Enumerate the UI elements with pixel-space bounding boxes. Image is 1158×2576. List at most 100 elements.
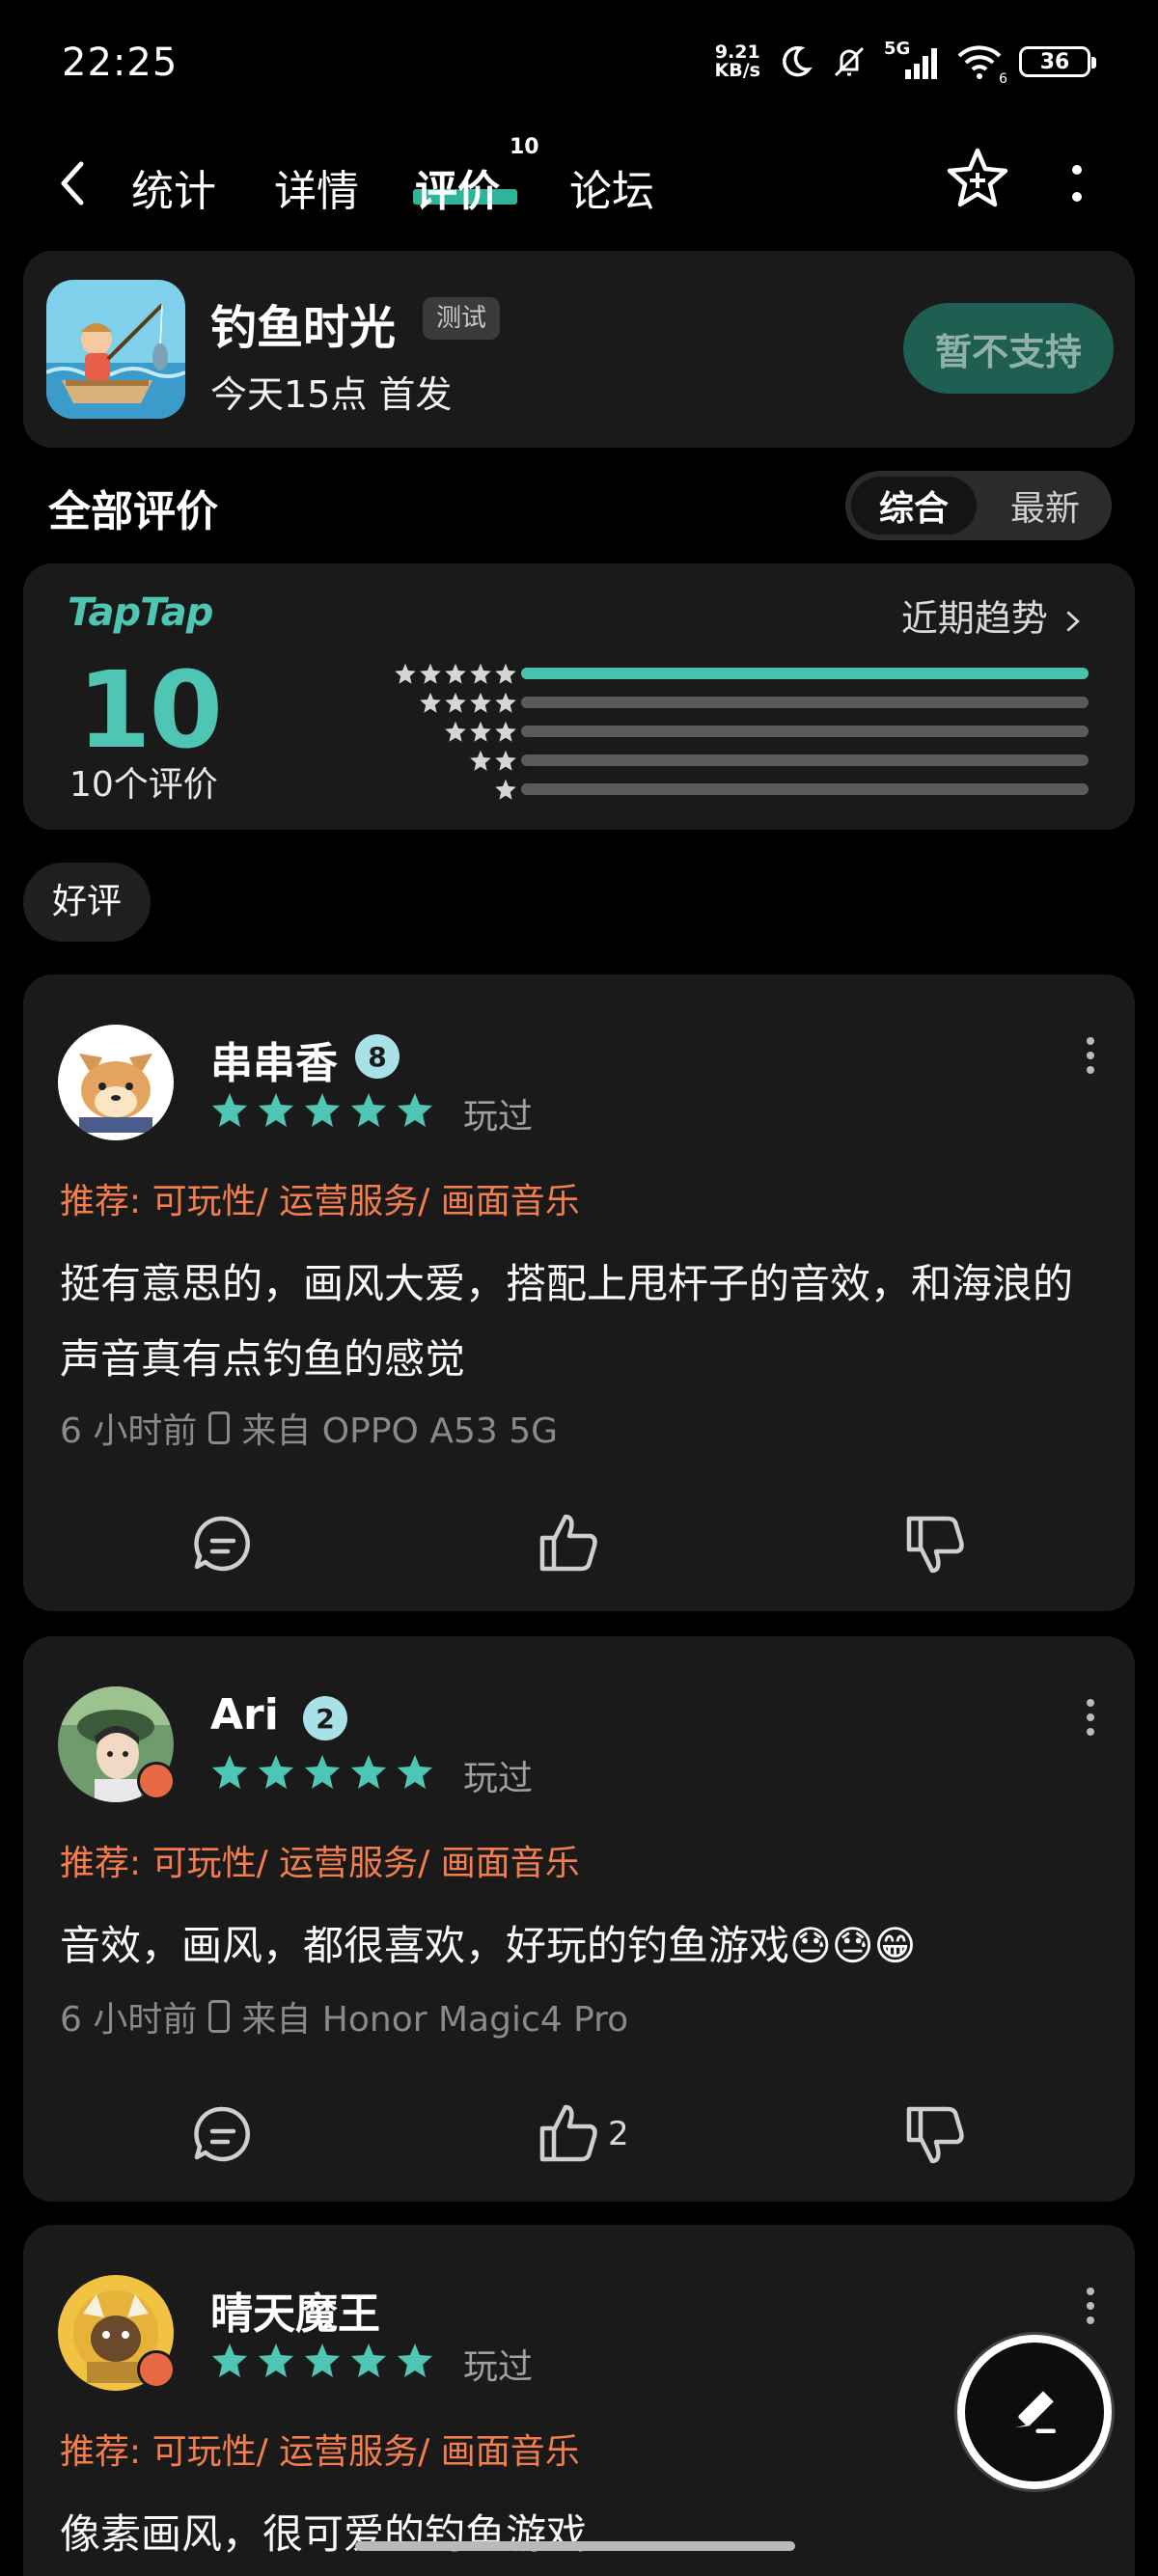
rating-summary-card: TapTap 10 10个评价 近期趋势 xyxy=(23,563,1135,830)
reviewer-name[interactable]: 晴天魔王 xyxy=(210,2279,380,2341)
star-outline-icon xyxy=(394,662,417,685)
recommend-tags: 推荐: 可玩性/ 运营服务/ 画面音乐 xyxy=(60,1182,580,1221)
signal-icon: 5G xyxy=(884,39,940,81)
star-outline-icon xyxy=(469,749,492,772)
avatar-badge xyxy=(137,1762,176,1800)
star-icon xyxy=(303,1752,342,1791)
pencil-icon xyxy=(1015,2391,1057,2434)
home-indicator[interactable] xyxy=(355,2541,795,2551)
back-arrow-icon[interactable] xyxy=(54,156,93,210)
star-outline-icon xyxy=(469,662,492,685)
review-meta: 6 小时前 来自 OPPO A53 5G xyxy=(60,1403,558,1453)
recent-trend-link[interactable]: 近期趋势 xyxy=(901,589,1081,642)
star-add-icon[interactable] xyxy=(944,145,1011,212)
review-stars xyxy=(210,1752,434,1791)
star-icon xyxy=(210,2341,249,2379)
star-outline-icon xyxy=(494,778,517,801)
recommend-tags: 推荐: 可玩性/ 运营服务/ 画面音乐 xyxy=(60,1844,580,1883)
star-icon xyxy=(303,1090,342,1129)
rating-row-1-star xyxy=(23,778,1135,801)
comment-icon[interactable] xyxy=(189,2101,257,2169)
review-text[interactable]: 音效，画风，都很喜欢，好玩的钓鱼游戏😓😓😁 xyxy=(60,1908,1102,1984)
sort-latest[interactable]: 最新 xyxy=(984,477,1106,534)
more-vertical-icon[interactable] xyxy=(1069,160,1085,206)
rating-bar-track xyxy=(521,726,1089,737)
unsupported-button[interactable]: 暂不支持 xyxy=(903,303,1114,394)
comment-icon[interactable] xyxy=(189,1511,257,1578)
star-icon xyxy=(257,2341,295,2379)
tab-details[interactable]: 详情 xyxy=(274,156,359,218)
phone-icon xyxy=(208,1411,231,1444)
battery-level: 36 xyxy=(1039,49,1070,74)
status-icons: 9.21 KB/s 5G 6 36 xyxy=(715,39,1096,87)
reviewer-name[interactable]: 串串香 xyxy=(210,1028,338,1090)
star-outline-icon xyxy=(494,749,517,772)
app-release-info: 今天15点 首发 xyxy=(210,373,453,416)
wifi-sub: 6 xyxy=(999,71,1007,87)
tab-stats[interactable]: 统计 xyxy=(131,156,216,218)
review-text[interactable]: 挺有意思的，画风大爱，搭配上甩杆子的音效，和海浪的声音真有点钓鱼的感觉 xyxy=(60,1247,1102,1397)
review-card: 串串香 8 玩过 推荐: 可玩性/ 运营服务/ 画面音乐 挺有意思的，画风大爱，… xyxy=(23,974,1135,1611)
played-label: 玩过 xyxy=(463,2347,534,2387)
rating-row-3-star xyxy=(23,720,1135,743)
star-icon xyxy=(303,2341,342,2379)
thumbs-down-icon[interactable] xyxy=(901,2101,969,2169)
tab-forum[interactable]: 论坛 xyxy=(569,156,654,218)
reviewer-name[interactable]: Ari xyxy=(210,1690,279,1740)
app-name: 钓鱼时光 xyxy=(210,301,397,355)
tab-reviews-badge: 10 xyxy=(510,135,539,159)
star-outline-icon xyxy=(444,662,467,685)
thumbs-down-icon[interactable] xyxy=(901,1511,969,1578)
top-nav: 统计 详情 评价 10 论坛 xyxy=(0,135,1158,232)
write-review-button[interactable] xyxy=(957,2335,1112,2489)
rating-row-4-star xyxy=(23,691,1135,714)
app-info-card[interactable]: 钓鱼时光 测试 今天15点 首发 暂不支持 xyxy=(23,251,1135,448)
star-icon xyxy=(396,1090,434,1129)
review-card: Ari 2 玩过 推荐: 可玩性/ 运营服务/ 画面音乐 音效，画风，都很喜欢，… xyxy=(23,1636,1135,2202)
rating-row-2-star xyxy=(23,749,1135,772)
star-icon xyxy=(349,1090,388,1129)
star-outline-icon xyxy=(494,691,517,714)
star-icon xyxy=(210,1090,249,1129)
played-label: 玩过 xyxy=(463,1097,534,1137)
sort-composite[interactable]: 综合 xyxy=(851,477,977,534)
net-speed: 9.21 KB/s xyxy=(715,43,760,80)
mute-icon xyxy=(834,46,865,77)
star-outline-icon xyxy=(444,691,467,714)
net-speed-unit: KB/s xyxy=(714,60,760,81)
tab-reviews[interactable]: 评价 xyxy=(415,156,500,218)
avatar-badge xyxy=(137,2350,176,2389)
more-vertical-icon[interactable] xyxy=(1085,1036,1096,1075)
review-time: 6 小时前 xyxy=(60,2000,198,2040)
more-vertical-icon[interactable] xyxy=(1085,2287,1096,2325)
app-screen: 22:25 9.21 KB/s 5G 6 36 统计 详情 评价 10 论坛 钓… xyxy=(0,0,1158,2576)
star-icon xyxy=(349,2341,388,2379)
thumbs-up-icon[interactable] xyxy=(535,2099,602,2167)
app-icon xyxy=(46,280,185,419)
avatar[interactable] xyxy=(58,1025,174,1140)
review-text[interactable]: 像素画风，很可爱的钓鱼游戏 xyxy=(60,2497,1102,2572)
rating-bar-track xyxy=(521,754,1089,766)
star-outline-icon xyxy=(419,662,442,685)
star-outline-icon xyxy=(419,691,442,714)
star-outline-icon xyxy=(494,662,517,685)
sort-toggle: 综合 最新 xyxy=(845,471,1112,540)
status-time: 22:25 xyxy=(62,41,179,85)
recommend-tags: 推荐: 可玩性/ 运营服务/ 画面音乐 xyxy=(60,2432,580,2472)
recent-trend-label: 近期趋势 xyxy=(900,597,1048,640)
battery-icon: 36 xyxy=(1019,46,1096,77)
moon-icon xyxy=(783,45,813,77)
thumbs-up-icon[interactable] xyxy=(535,1509,602,1576)
like-count: 2 xyxy=(608,2115,629,2153)
review-stars xyxy=(210,1090,434,1129)
review-time: 6 小时前 xyxy=(60,1411,198,1451)
more-vertical-icon[interactable] xyxy=(1085,1698,1096,1737)
star-outline-icon xyxy=(469,720,492,743)
level-badge: 8 xyxy=(355,1034,400,1079)
filter-chip-positive[interactable]: 好评 xyxy=(23,863,152,942)
taptap-logo: TapTap xyxy=(68,590,213,635)
review-stars xyxy=(210,2341,434,2379)
level-badge: 2 xyxy=(303,1696,347,1740)
rating-bar-fill xyxy=(521,668,1089,679)
star-outline-icon xyxy=(469,691,492,714)
